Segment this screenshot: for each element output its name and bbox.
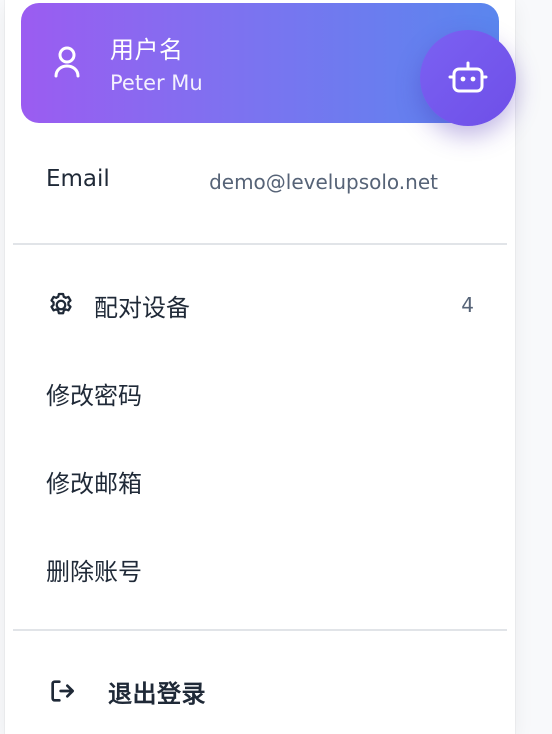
change-email-label: 修改邮箱 <box>46 469 142 498</box>
divider <box>13 629 507 631</box>
delete-account-label: 删除账号 <box>46 557 142 586</box>
paired-devices-label: 配对设备 <box>94 293 190 322</box>
user-icon <box>54 46 80 78</box>
robot-icon <box>448 61 488 93</box>
logout-button[interactable]: 退出登录 <box>46 671 474 711</box>
delete-account-item[interactable]: 删除账号 <box>46 549 474 589</box>
gear-icon <box>50 292 72 315</box>
assistant-button[interactable] <box>420 30 516 126</box>
change-password-item[interactable]: 修改密码 <box>46 373 474 413</box>
username: Peter Mu <box>110 71 203 95</box>
username-label: 用户名 <box>110 36 184 64</box>
email-value: demo@levelupsolo.net <box>209 170 438 194</box>
change-email-item[interactable]: 修改邮箱 <box>46 461 474 501</box>
paired-devices-count: 4 <box>461 293 474 317</box>
divider <box>13 243 507 245</box>
email-label: Email <box>46 166 110 192</box>
logout-icon <box>51 680 74 702</box>
paired-devices-item[interactable]: 配对设备 4 <box>46 285 474 325</box>
logout-label: 退出登录 <box>108 679 206 708</box>
change-password-label: 修改密码 <box>46 381 142 410</box>
